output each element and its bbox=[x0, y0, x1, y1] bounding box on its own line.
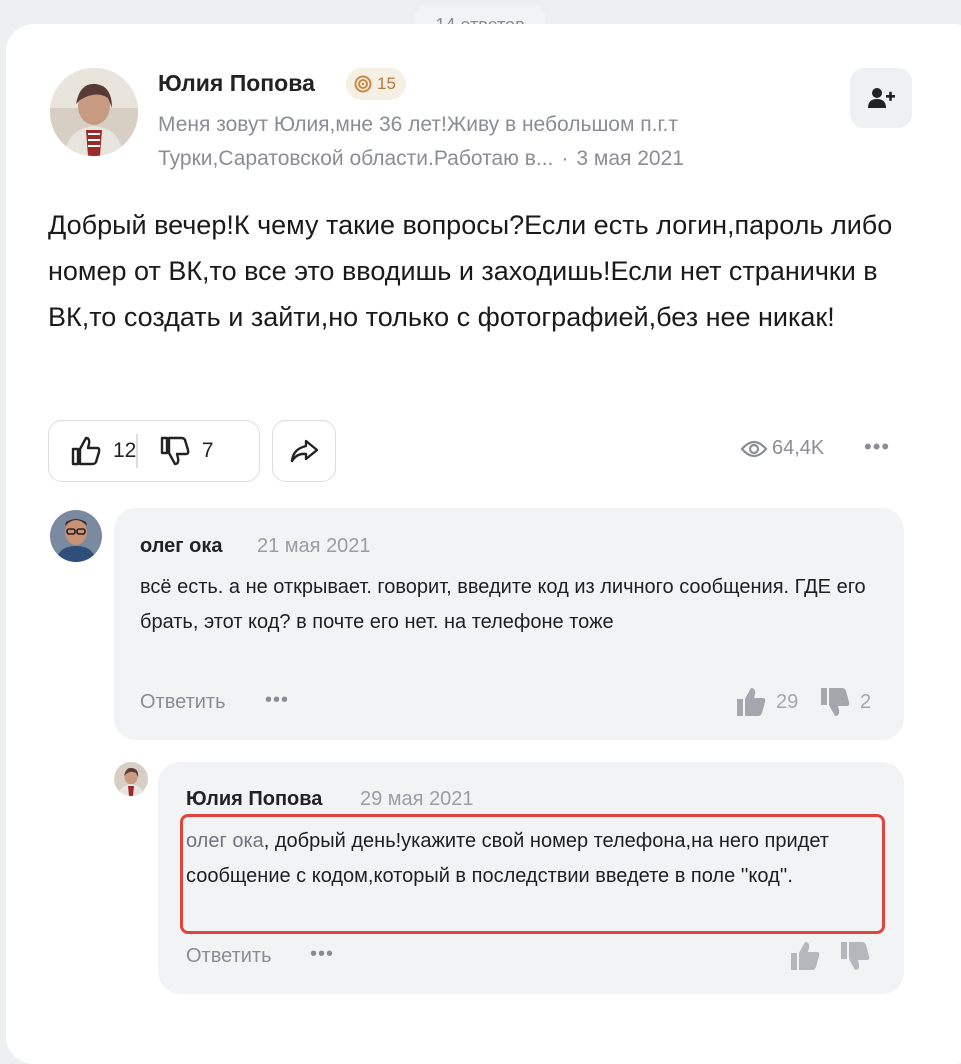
like-count: 12 bbox=[113, 439, 137, 462]
reply-dislike-button[interactable] bbox=[838, 940, 872, 972]
follow-button[interactable] bbox=[850, 68, 912, 128]
thumbs-down-icon bbox=[160, 436, 190, 466]
thumbs-down-icon bbox=[841, 942, 870, 970]
comment-dislike-button[interactable]: 2 bbox=[818, 686, 871, 718]
comment-date: 21 мая 2021 bbox=[257, 535, 371, 557]
dislike-button[interactable]: 7 bbox=[138, 421, 214, 481]
comment-like-count: 29 bbox=[776, 690, 799, 713]
badge-value: 15 bbox=[377, 74, 396, 93]
share-button[interactable] bbox=[272, 420, 336, 482]
thumbs-down-icon bbox=[821, 688, 850, 716]
spiral-icon bbox=[354, 75, 372, 93]
reply-button[interactable]: Ответить bbox=[140, 691, 226, 714]
eye-icon bbox=[740, 440, 768, 457]
reply-more-button[interactable]: ••• bbox=[310, 943, 334, 966]
separator: · bbox=[561, 147, 569, 170]
bio-line-1: Меня зовут Юлия,мне 36 лет!Живу в неболь… bbox=[158, 113, 678, 136]
answer-text: Добрый вечер!К чему такие вопросы?Если е… bbox=[48, 210, 893, 332]
like-button[interactable]: 12 bbox=[49, 421, 136, 481]
thumbs-up-icon bbox=[71, 436, 101, 466]
reply-author[interactable]: Юлия Попова bbox=[186, 788, 322, 811]
add-user-icon bbox=[868, 88, 895, 108]
reply-reply-button[interactable]: Ответить bbox=[186, 945, 272, 968]
answer-more-button[interactable]: ••• bbox=[864, 434, 890, 460]
reply-date: 29 мая 2021 bbox=[360, 788, 474, 810]
author-name[interactable]: Юлия Попова bbox=[158, 70, 315, 97]
thumbs-up-icon bbox=[791, 942, 820, 970]
thumbs-up-icon bbox=[737, 688, 766, 716]
author-bio: Меня зовут Юлия,мне 36 лет!Живу в неболь… bbox=[158, 108, 778, 176]
bio-line-2: Турки,Саратовской области.Работаю в... bbox=[158, 147, 554, 170]
share-arrow-icon bbox=[290, 439, 319, 463]
highlight-frame bbox=[180, 814, 885, 934]
views-count: 64,4K bbox=[772, 437, 825, 459]
vote-controls: 12 7 bbox=[48, 420, 260, 482]
views-counter: 64,4K bbox=[740, 437, 824, 460]
answer-date: 3 мая 2021 bbox=[576, 147, 684, 170]
dislike-count: 7 bbox=[201, 439, 214, 462]
comment-author[interactable]: олег ока bbox=[140, 535, 223, 558]
author-avatar[interactable] bbox=[50, 68, 138, 156]
commenter-avatar[interactable] bbox=[50, 510, 102, 562]
comment-more-button[interactable]: ••• bbox=[265, 689, 289, 712]
reply-like-button[interactable] bbox=[788, 940, 822, 972]
expert-badge[interactable]: 15 bbox=[346, 68, 406, 100]
comment-like-button[interactable]: 29 bbox=[734, 686, 798, 718]
comment-text: всё есть. а не открывает. говорит, введи… bbox=[140, 576, 866, 633]
reply-author-avatar[interactable] bbox=[114, 762, 148, 796]
comment-dislike-count: 2 bbox=[860, 690, 872, 713]
